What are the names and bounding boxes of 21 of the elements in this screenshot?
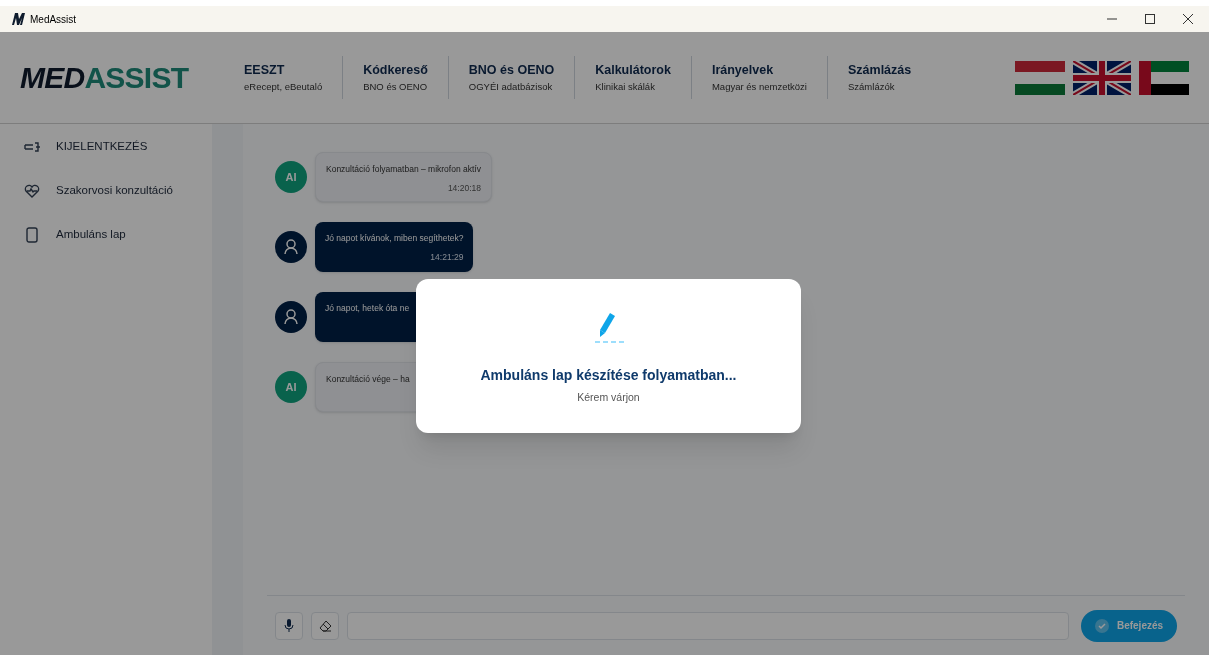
nav-link[interactable]: Számlázás Számlázók — [828, 56, 932, 99]
window-title: MedAssist — [30, 12, 77, 27]
message-text: Jó napot kívánok, miben segíthetek? — [325, 232, 464, 245]
message-time: 14:20:18 — [447, 181, 481, 195]
sidebar-item[interactable]: Szakorvosi konzultáció — [24, 180, 204, 202]
ai-avatar: AI — [275, 161, 307, 193]
sidebar-item[interactable]: KIJELENTKEZÉS — [24, 136, 204, 158]
nav-link[interactable]: BNO és OENO OGYÉI adatbázisok — [448, 56, 575, 99]
medassist-logo[interactable]: MEDASSIST — [20, 62, 220, 93]
message-time: 14:21:29 — [430, 250, 464, 264]
nav-link[interactable]: Kalkulátorok Klinikai skálák — [575, 56, 691, 99]
sidebar-item[interactable]: Ambuláns lap — [24, 224, 204, 246]
message-text: Konzultáció vége – ha — [326, 373, 410, 386]
dialog-subtitle: Kérem várjon — [577, 390, 640, 405]
nav-link[interactable]: Irányelvek Magyar és nemzetközi — [691, 56, 827, 99]
dialog-title: Ambuláns lap készítése folyamatban... — [480, 366, 737, 385]
message-text: Konzultáció folyamatban – mikrofon aktív — [326, 163, 481, 176]
ai-avatar: AI — [275, 371, 307, 403]
message-text: Jó napot, hetek óta ne — [325, 302, 410, 315]
nav-link[interactable]: EESZT eRecept, eBeutaló — [224, 56, 343, 99]
nav-link[interactable]: Kódkereső BNO és OENO — [343, 56, 448, 99]
